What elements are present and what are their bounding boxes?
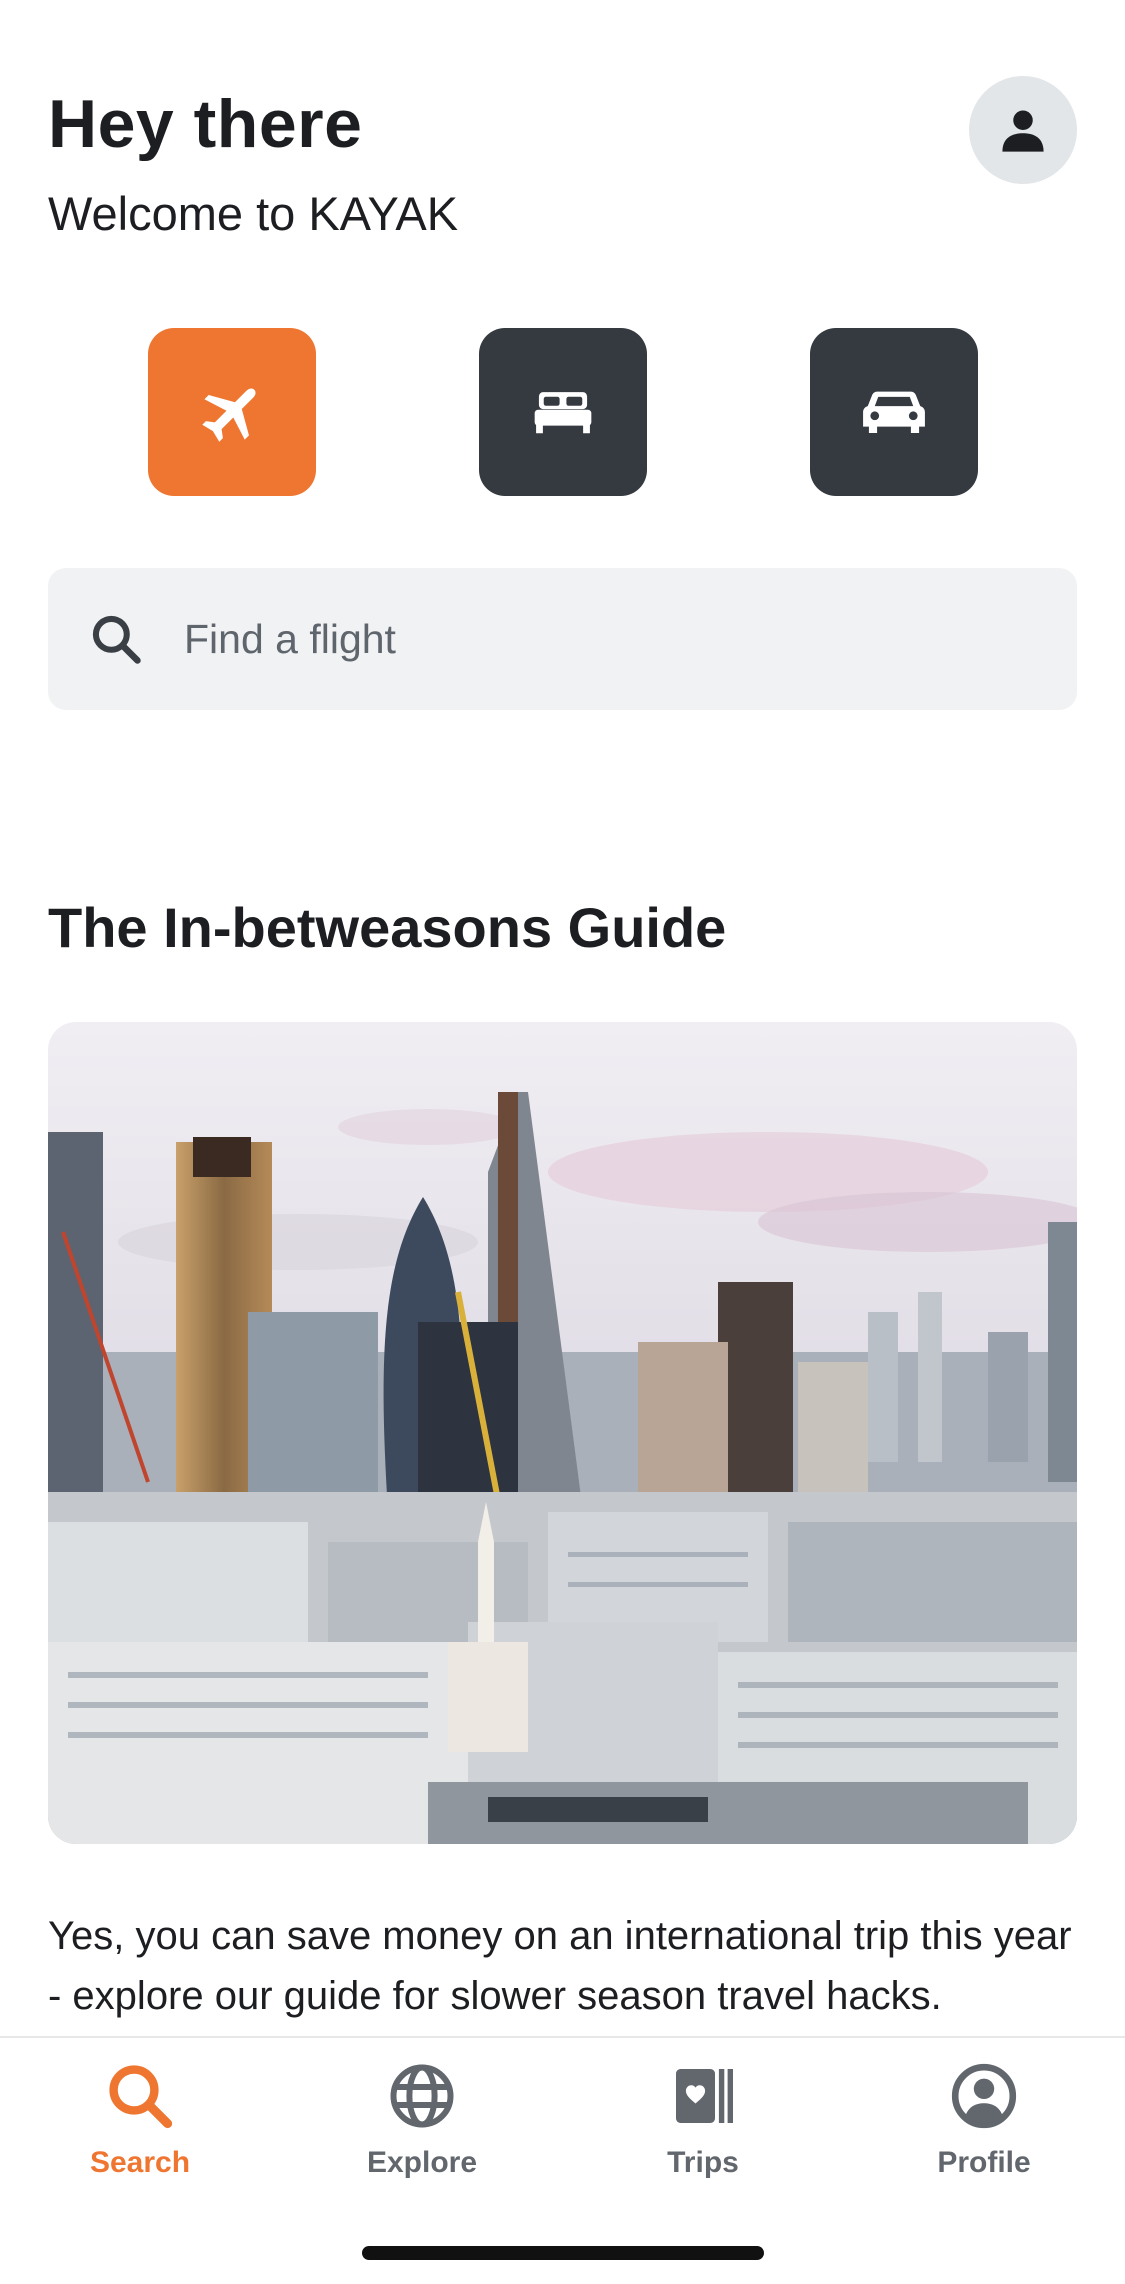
car-icon (863, 391, 925, 433)
tab-trips-label: Trips (667, 2146, 739, 2179)
search-input[interactable] (184, 615, 984, 663)
vertical-selector (0, 328, 1125, 496)
tab-profile-label: Profile (937, 2146, 1031, 2179)
person-icon (1002, 110, 1044, 152)
flights-button[interactable] (148, 328, 316, 496)
account-button[interactable] (969, 76, 1077, 184)
profile-icon (951, 2063, 1017, 2129)
greeting-title: Hey there (48, 86, 363, 162)
search-icon (109, 2065, 173, 2129)
hotels-button[interactable] (479, 328, 647, 496)
cars-button[interactable] (810, 328, 978, 496)
search-icon (92, 615, 141, 664)
tab-profile[interactable]: Profile (884, 2060, 1084, 2180)
tab-explore[interactable]: Explore (322, 2060, 522, 2180)
tab-search[interactable]: Search (40, 2060, 240, 2180)
bed-icon (534, 392, 592, 434)
tab-explore-label: Explore (366, 2146, 478, 2179)
welcome-subtitle: Welcome to KAYAK (48, 187, 459, 240)
airplane-icon (202, 388, 256, 442)
city-skyline-image[interactable] (48, 1022, 1077, 1844)
globe-icon (390, 2064, 454, 2128)
tab-trips[interactable]: Trips (603, 2060, 803, 2180)
tab-search-label: Search (89, 2146, 191, 2179)
flight-search-field[interactable] (48, 568, 1077, 710)
home-indicator (362, 2246, 764, 2260)
trips-icon (676, 2069, 733, 2123)
guide-description: Yes, you can save money on an internatio… (48, 1914, 1072, 2018)
guide-title: The In-betweasons Guide (48, 896, 727, 959)
header: Hey there Welcome to KAYAK (48, 80, 1077, 244)
